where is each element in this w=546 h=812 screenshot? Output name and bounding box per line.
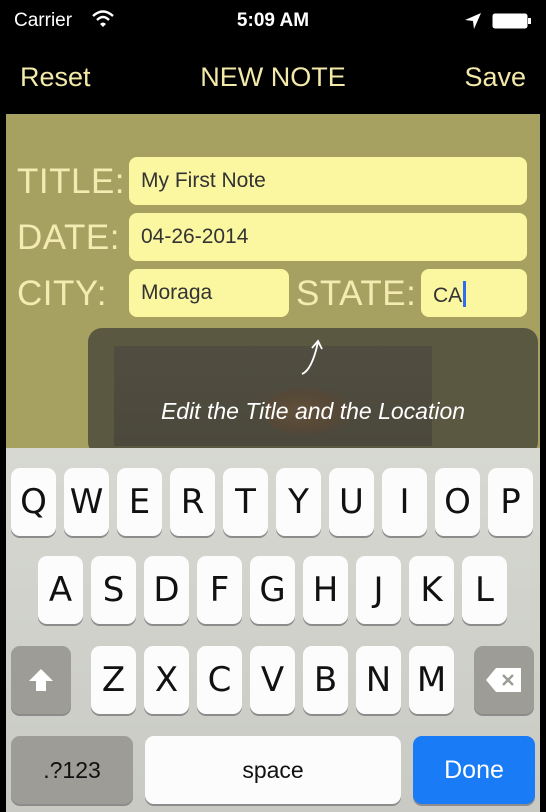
curved-arrow-icon bbox=[301, 339, 323, 375]
key-v[interactable]: V bbox=[250, 646, 295, 714]
text-cursor bbox=[463, 281, 467, 307]
status-bar: Carrier 5:09 AM bbox=[6, 0, 540, 40]
note-screen: Carrier 5:09 AM Reset NEW NOTE Save TITL… bbox=[6, 0, 540, 812]
key-m[interactable]: M bbox=[409, 646, 454, 714]
key-x[interactable]: X bbox=[144, 646, 189, 714]
key-u[interactable]: U bbox=[329, 468, 374, 536]
done-key[interactable]: Done bbox=[413, 736, 535, 804]
key-z[interactable]: Z bbox=[91, 646, 136, 714]
space-key[interactable]: space bbox=[145, 736, 401, 804]
key-l[interactable]: L bbox=[462, 556, 507, 624]
state-field[interactable]: CA bbox=[421, 269, 527, 317]
hint-text: Edit the Title and the Location bbox=[160, 398, 466, 424]
key-j[interactable]: J bbox=[356, 556, 401, 624]
key-d[interactable]: D bbox=[144, 556, 189, 624]
state-label: STATE: bbox=[296, 274, 417, 313]
keyboard: Q W E R T Y U I O P A S D F G H J K L Z … bbox=[6, 448, 540, 812]
date-field[interactable]: 04-26-2014 bbox=[129, 213, 527, 261]
key-o[interactable]: O bbox=[435, 468, 480, 536]
backspace-icon bbox=[486, 668, 521, 692]
key-b[interactable]: B bbox=[303, 646, 348, 714]
battery-icon bbox=[492, 13, 531, 29]
key-w[interactable]: W bbox=[64, 468, 109, 536]
key-i[interactable]: I bbox=[382, 468, 427, 536]
key-k[interactable]: K bbox=[409, 556, 454, 624]
state-value: CA bbox=[433, 284, 463, 307]
key-y[interactable]: Y bbox=[276, 468, 321, 536]
city-field[interactable]: Moraga bbox=[129, 269, 289, 317]
key-e[interactable]: E bbox=[117, 468, 162, 536]
key-h[interactable]: H bbox=[303, 556, 348, 624]
key-p[interactable]: P bbox=[488, 468, 533, 536]
key-r[interactable]: R bbox=[170, 468, 215, 536]
key-n[interactable]: N bbox=[356, 646, 401, 714]
key-c[interactable]: C bbox=[197, 646, 242, 714]
key-f[interactable]: F bbox=[197, 556, 242, 624]
shift-key[interactable] bbox=[11, 646, 71, 714]
title-field[interactable]: My First Note bbox=[129, 157, 527, 205]
city-label: CITY: bbox=[17, 274, 108, 313]
hint-tooltip: Edit the Title and the Location bbox=[88, 328, 538, 456]
key-s[interactable]: S bbox=[91, 556, 136, 624]
key-g[interactable]: G bbox=[250, 556, 295, 624]
key-q[interactable]: Q bbox=[11, 468, 56, 536]
delete-key[interactable] bbox=[474, 646, 534, 714]
status-time: 5:09 AM bbox=[236, 10, 310, 31]
shift-arrow-icon bbox=[29, 669, 53, 691]
save-button[interactable]: Save bbox=[464, 62, 526, 93]
date-label: DATE: bbox=[17, 218, 120, 257]
navigation-bar: Reset NEW NOTE Save bbox=[6, 40, 540, 114]
key-t[interactable]: T bbox=[223, 468, 268, 536]
title-label: TITLE: bbox=[17, 162, 126, 201]
numbers-key[interactable]: .?123 bbox=[11, 736, 133, 804]
page-title: NEW NOTE bbox=[200, 62, 346, 92]
key-a[interactable]: A bbox=[38, 556, 83, 624]
location-arrow-icon bbox=[465, 13, 481, 29]
